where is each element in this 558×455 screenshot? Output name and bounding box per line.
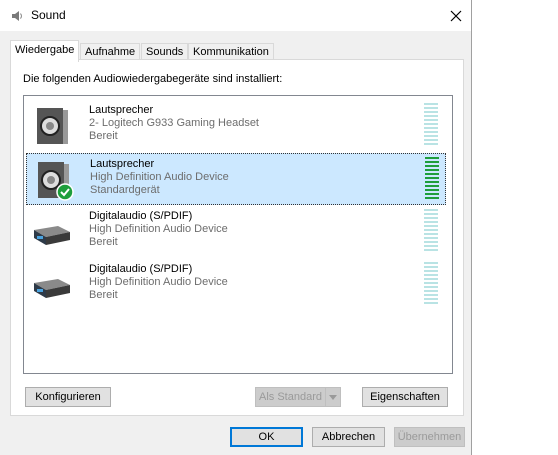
level-meter-segment [424, 209, 438, 211]
level-meter-segment [424, 245, 438, 247]
device-list[interactable]: Lautsprecher 2- Logitech G933 Gaming Hea… [23, 95, 453, 374]
level-meter-segment [425, 161, 439, 163]
level-meter-segment [424, 119, 438, 121]
default-check-icon [56, 183, 74, 201]
level-meter-segment [424, 221, 438, 223]
tab-wiedergabe[interactable]: Wiedergabe [10, 40, 80, 62]
panel-label: Die folgenden Audiowiedergabegeräte sind… [23, 73, 283, 85]
level-meter-segment [425, 181, 439, 183]
device-description: High Definition Audio Device [89, 276, 228, 288]
dropdown-arrow-icon[interactable] [325, 388, 340, 406]
device-status: Bereit [89, 130, 118, 142]
level-meter-segment [424, 229, 438, 231]
configure-button[interactable]: Konfigurieren [25, 387, 111, 407]
level-meter-segment [425, 185, 439, 187]
apply-button[interactable]: Übernehmen [394, 427, 465, 447]
device-name: Digitalaudio (S/PDIF) [89, 210, 193, 222]
level-meter-segment [425, 157, 439, 159]
level-meter-segment [424, 262, 438, 264]
device-description: High Definition Audio Device [90, 171, 229, 183]
level-meter-segment [424, 135, 438, 137]
level-meter-segment [424, 139, 438, 141]
close-icon [450, 10, 462, 21]
level-meter-segment [424, 103, 438, 105]
speaker-icon [30, 104, 74, 148]
window-title: Sound [31, 8, 66, 22]
set-default-label: Als Standard [259, 391, 322, 403]
device-status: Bereit [89, 236, 118, 248]
title-bar[interactable]: Sound [0, 0, 471, 31]
close-button[interactable] [441, 0, 471, 31]
set-default-button[interactable]: Als Standard [255, 387, 341, 407]
level-meter-segment [425, 189, 439, 191]
device-description: 2- Logitech G933 Gaming Headset [89, 117, 259, 129]
cancel-button[interactable]: Abbrechen [312, 427, 385, 447]
level-meter-segment [424, 131, 438, 133]
device-name: Lautsprecher [90, 158, 155, 170]
device-description: High Definition Audio Device [89, 223, 228, 235]
level-meter-segment [424, 237, 438, 239]
level-meter-segment [425, 165, 439, 167]
level-meter-segment [424, 282, 438, 284]
level-meter-segment [424, 111, 438, 113]
level-meter [425, 157, 439, 201]
level-meter [424, 209, 438, 253]
level-meter-segment [424, 143, 438, 145]
level-meter-segment [424, 278, 438, 280]
device-item[interactable]: Digitalaudio (S/PDIF) High Definition Au… [26, 259, 446, 311]
level-meter-segment [424, 217, 438, 219]
level-meter-segment [424, 213, 438, 215]
device-name: Lautsprecher [89, 104, 154, 116]
level-meter-segment [424, 225, 438, 227]
level-meter-segment [424, 127, 438, 129]
sound-dialog: Sound Wiedergabe Aufnahme Sounds Kommuni… [0, 0, 472, 455]
speaker-icon [31, 158, 75, 202]
level-meter-segment [425, 197, 439, 199]
level-meter [424, 103, 438, 147]
speaker-icon [9, 8, 25, 24]
level-meter-segment [424, 302, 438, 304]
level-meter-segment [424, 274, 438, 276]
level-meter-segment [424, 115, 438, 117]
level-meter-segment [424, 241, 438, 243]
level-meter-segment [425, 169, 439, 171]
device-status: Standardgerät [90, 184, 160, 196]
device-name: Digitalaudio (S/PDIF) [89, 263, 193, 275]
digital-audio-icon [30, 263, 74, 307]
level-meter-segment [424, 298, 438, 300]
level-meter-segment [424, 266, 438, 268]
properties-button[interactable]: Eigenschaften [362, 387, 448, 407]
level-meter-segment [424, 123, 438, 125]
device-item-selected[interactable]: Lautsprecher High Definition Audio Devic… [26, 153, 446, 205]
playback-panel: Die folgenden Audiowiedergabegeräte sind… [10, 59, 464, 416]
level-meter-segment [425, 177, 439, 179]
device-item[interactable]: Digitalaudio (S/PDIF) High Definition Au… [26, 206, 446, 258]
level-meter-segment [425, 173, 439, 175]
level-meter [424, 262, 438, 306]
level-meter-segment [424, 249, 438, 251]
level-meter-segment [424, 290, 438, 292]
ok-button[interactable]: OK [230, 427, 303, 447]
level-meter-segment [425, 193, 439, 195]
device-status: Bereit [89, 289, 118, 301]
device-item[interactable]: Lautsprecher 2- Logitech G933 Gaming Hea… [26, 100, 446, 152]
digital-audio-icon [30, 210, 74, 254]
level-meter-segment [424, 233, 438, 235]
level-meter-segment [424, 107, 438, 109]
level-meter-segment [424, 294, 438, 296]
level-meter-segment [424, 270, 438, 272]
level-meter-segment [424, 286, 438, 288]
